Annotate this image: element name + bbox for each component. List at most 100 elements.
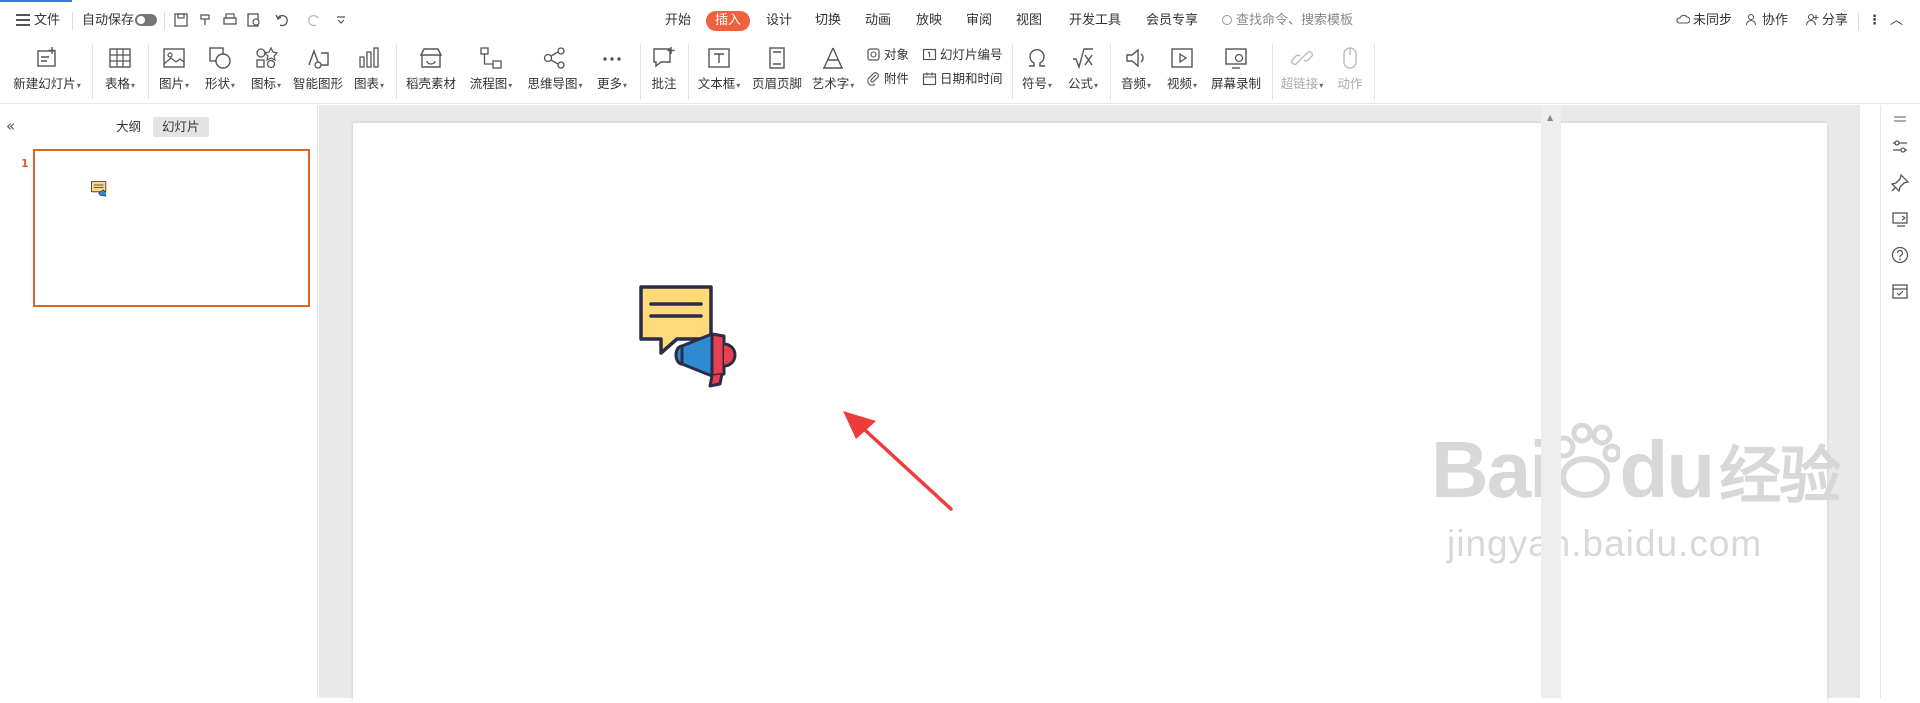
mindmap-icon: [542, 45, 568, 71]
material-button[interactable]: 稻壳素材: [402, 40, 460, 102]
material-label: 稻壳素材: [405, 76, 456, 91]
attachment-button[interactable]: 附件: [866, 70, 909, 88]
more-button[interactable]: 更多▾: [592, 40, 632, 102]
object-button[interactable]: 对象: [866, 46, 909, 64]
wordart-button[interactable]: 艺术字▾: [808, 40, 858, 102]
formula-button[interactable]: 公式▾: [1060, 40, 1106, 102]
flowchart-icon: [478, 45, 504, 71]
tab-insert[interactable]: 插入: [706, 11, 751, 31]
rail-menu-icon[interactable]: [1890, 111, 1910, 131]
pin-icon[interactable]: [1890, 173, 1910, 193]
ribbon-toolbar: 新建幻灯片▾ 表格▾ 图片▾ 形状▾ 图标▾ 智能图形 图表▾ 稻壳素材 流程图…: [0, 40, 1920, 104]
chart-label: 图表: [353, 76, 379, 91]
more-options-icon[interactable]: ⋮: [1868, 12, 1881, 30]
print-preview-icon[interactable]: [246, 12, 262, 28]
audio-button[interactable]: 音频▾: [1114, 40, 1158, 102]
watermark-url: jingyan.baidu.com: [1447, 523, 1763, 564]
tab-slideshow[interactable]: 放映: [916, 11, 942, 31]
hamburger-menu-icon[interactable]: [16, 14, 30, 26]
properties-icon[interactable]: [1890, 137, 1910, 157]
autosave-toggle[interactable]: [135, 14, 157, 26]
command-search[interactable]: 查找命令、搜索模板: [1222, 11, 1353, 31]
screen-record-button[interactable]: 屏幕录制: [1206, 40, 1266, 102]
collapse-panel-icon[interactable]: «: [6, 117, 15, 135]
more-label: 更多: [596, 76, 622, 91]
help-icon[interactable]: [1890, 245, 1910, 265]
sync-label: 未同步: [1693, 13, 1733, 28]
new-slide-button[interactable]: 新建幻灯片▾: [8, 40, 86, 102]
undo-icon[interactable]: [274, 12, 290, 28]
ribbon-divider: [148, 44, 149, 100]
action-button[interactable]: 动作: [1330, 40, 1370, 102]
symbol-button[interactable]: 符号▾: [1016, 40, 1058, 102]
object-label: 对象: [884, 47, 910, 62]
header-footer-button[interactable]: 页眉页脚: [748, 40, 806, 102]
icon-button[interactable]: 图标▾: [244, 40, 288, 102]
picture-icon: [161, 45, 187, 71]
scroll-up-icon[interactable]: ▲: [1547, 113, 1553, 122]
ribbon-divider: [92, 44, 93, 100]
vertical-scrollbar[interactable]: ▲: [1541, 105, 1561, 698]
header-footer-icon: [764, 45, 790, 71]
tab-design[interactable]: 设计: [766, 11, 792, 31]
slide-switch-icon[interactable]: [1890, 209, 1910, 229]
share-button[interactable]: 分享: [1805, 12, 1848, 30]
save-icon[interactable]: [173, 12, 189, 28]
tab-review[interactable]: 审阅: [966, 11, 992, 31]
speaker-icon: [1123, 45, 1149, 71]
tab-view[interactable]: 视图: [1016, 11, 1042, 31]
formula-icon: [1070, 45, 1096, 71]
tab-member[interactable]: 会员专享: [1146, 11, 1198, 31]
right-tool-rail: [1880, 105, 1920, 698]
tab-developer[interactable]: 开发工具: [1069, 11, 1121, 31]
hyperlink-label: 超链接: [1280, 76, 1319, 91]
mindmap-button[interactable]: 思维导图▾: [520, 40, 590, 102]
screen-record-icon: [1223, 45, 1249, 71]
customize-toolbar-icon[interactable]: [333, 12, 349, 28]
ribbon-divider: [1110, 44, 1111, 100]
slide-number: 1: [21, 157, 29, 170]
sync-button[interactable]: 未同步: [1676, 12, 1732, 30]
attachment-label: 附件: [884, 71, 910, 86]
slide-thumbnail[interactable]: [33, 149, 310, 307]
tab-transition[interactable]: 切换: [815, 11, 841, 31]
chart-button[interactable]: 图表▾: [348, 40, 390, 102]
video-button[interactable]: 视频▾: [1160, 40, 1204, 102]
picture-label: 图片: [158, 76, 184, 91]
smart-graphic-button[interactable]: 智能图形: [290, 40, 346, 102]
tab-animation[interactable]: 动画: [865, 11, 891, 31]
search-icon: [1222, 15, 1232, 25]
collab-button[interactable]: 协作: [1745, 12, 1788, 30]
collapse-ribbon-icon[interactable]: ︿: [1890, 12, 1903, 30]
file-menu[interactable]: 文件: [34, 12, 60, 30]
slide-number-icon: [922, 47, 937, 62]
date-time-button[interactable]: 日期和时间: [922, 70, 1003, 88]
comment-label: 批注: [651, 76, 677, 91]
picture-button[interactable]: 图片▾: [152, 40, 196, 102]
calendar-check-icon[interactable]: [1890, 281, 1910, 301]
tab-home[interactable]: 开始: [665, 11, 691, 31]
textbox-button[interactable]: 文本框▾: [694, 40, 744, 102]
flowchart-button[interactable]: 流程图▾: [464, 40, 518, 102]
shape-button[interactable]: 形状▾: [198, 40, 242, 102]
slide-page[interactable]: Bai du经验 jingyan.baidu.com: [353, 123, 1841, 703]
table-icon: [107, 45, 133, 71]
print-icon[interactable]: [222, 12, 238, 28]
table-button[interactable]: 表格▾: [96, 40, 144, 102]
megaphone-chat-icon[interactable]: [638, 284, 742, 388]
megaphone-chat-thumbnail-icon: [91, 181, 107, 197]
redo-icon[interactable]: [306, 12, 322, 28]
slide-number-button[interactable]: 幻灯片编号: [922, 46, 1003, 64]
comment-button[interactable]: 批注: [644, 40, 684, 102]
ribbon-divider: [396, 44, 397, 100]
tab-slides[interactable]: 幻灯片: [153, 117, 209, 137]
tab-outline[interactable]: 大纲: [107, 117, 150, 137]
header-footer-label: 页眉页脚: [751, 76, 802, 91]
hyperlink-button[interactable]: 超链接▾: [1276, 40, 1328, 102]
shape-label: 形状: [204, 76, 230, 91]
watermark-brand: Bai du经验: [1431, 422, 1841, 514]
slide-number-label: 幻灯片编号: [940, 47, 1003, 62]
divider: [164, 12, 165, 30]
ribbon-divider: [1012, 44, 1013, 100]
format-painter-icon[interactable]: [198, 12, 214, 28]
